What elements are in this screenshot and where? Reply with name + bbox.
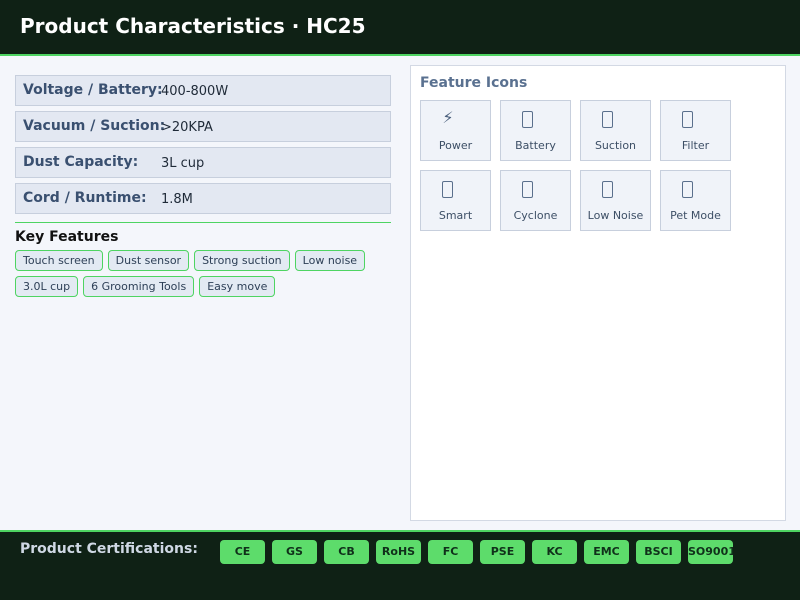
page-title: Product Characteristics · HC25 [20,14,366,38]
feature-tile-label: Cyclone [513,209,558,222]
cert-badge-emc: EMC [584,540,629,564]
feature-tile-suction: Suction [580,100,651,161]
section-divider [15,222,391,223]
spec-row-voltage: Voltage / Battery: 400-800W [15,75,391,106]
feature-chip: Touch screen [15,250,103,271]
feature-tile-cyclone: Cyclone [500,170,571,231]
spec-value: 3L cup [161,156,205,171]
low-noise-icon [602,181,613,198]
spec-row-vacuum: Vacuum / Suction: >20KPA [15,111,391,142]
cert-badge-pse: PSE [480,540,525,564]
feature-chip: 6 Grooming Tools [83,276,195,297]
cyclone-icon [522,181,533,198]
feature-tile-label: Low Noise [587,209,644,222]
cert-badge-kc: KC [532,540,577,564]
spec-value: 400-800W [161,84,229,99]
feature-tile-label: Suction [594,139,637,152]
feature-chip: 3.0L cup [15,276,79,297]
feature-tile-pet-mode: Pet Mode [660,170,731,231]
lightning-icon: ⚡ [442,108,454,127]
feature-icons-panel: Feature Icons ⚡ Power Battery Suction Fi… [410,65,786,521]
cert-badge-bsci: BSCI [636,540,681,564]
feature-tile-power: ⚡ Power [420,100,491,161]
key-features-list: Touch screen Dust sensor Strong suction … [15,250,391,297]
feature-chip: Low noise [294,250,366,271]
smart-icon [442,181,453,198]
cert-badge-rohs: RoHS [376,540,421,564]
spec-label: Dust Capacity: [23,154,139,170]
cert-badge-gs: GS [272,540,317,564]
feature-tile-label: Smart [438,209,473,222]
certifications-bar: Product Certifications: CE GS CB RoHS FC… [0,530,800,600]
spec-row-cord: Cord / Runtime: 1.8M [15,183,391,214]
spec-value: 1.8M [161,192,193,207]
specs-panel: Voltage / Battery: 400-800W Vacuum / Suc… [15,75,391,297]
spec-row-dust-capacity: Dust Capacity: 3L cup [15,147,391,178]
feature-icons-title: Feature Icons [420,75,528,91]
cert-badge-ce: CE [220,540,265,564]
feature-tile-label: Power [438,139,473,152]
feature-tile-label: Pet Mode [670,209,721,222]
battery-icon [522,111,533,128]
feature-chip: Strong suction [194,250,290,271]
pet-mode-icon [682,181,693,198]
feature-tile-label: Battery [515,139,556,152]
certifications-title: Product Certifications: [20,541,198,557]
header-bar: Product Characteristics · HC25 [0,0,800,56]
spec-label: Vacuum / Suction: [23,118,166,134]
spec-value: >20KPA [161,120,213,135]
feature-tile-low-noise: Low Noise [580,170,651,231]
cert-badge-cb: CB [324,540,369,564]
spec-label: Cord / Runtime: [23,190,147,206]
cert-badge-iso9001: SO9001 [688,540,733,564]
feature-tile-filter: Filter [660,100,731,161]
feature-chip: Dust sensor [107,250,190,271]
spec-label: Voltage / Battery: [23,82,163,98]
feature-tile-battery: Battery [500,100,571,161]
suction-icon [602,111,613,128]
feature-chip: Easy move [199,276,276,297]
certification-badges: CE GS CB RoHS FC PSE KC EMC BSCI SO9001 [220,540,733,564]
cert-badge-fc: FC [428,540,473,564]
key-features-title: Key Features [15,229,119,245]
filter-icon [682,111,693,128]
feature-icon-grid: ⚡ Power Battery Suction Filter Smart Cyc… [420,100,731,231]
feature-tile-label: Filter [681,139,710,152]
feature-tile-smart: Smart [420,170,491,231]
